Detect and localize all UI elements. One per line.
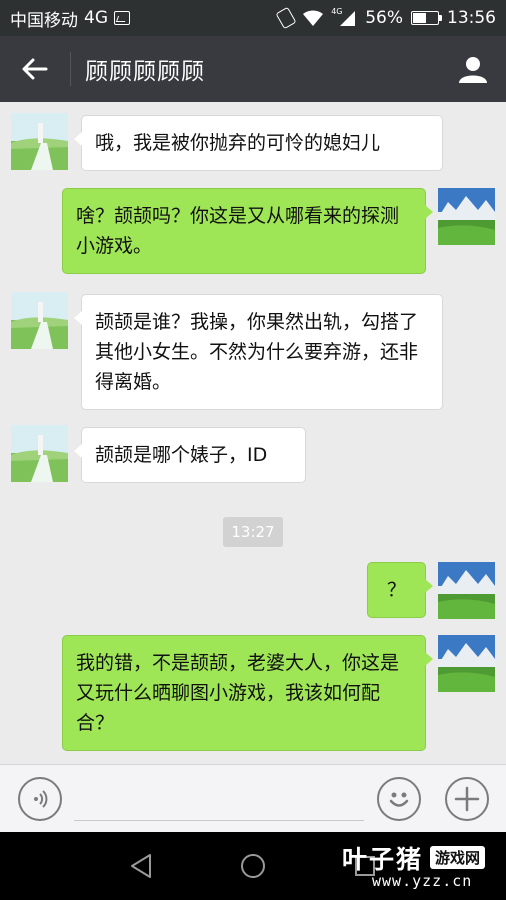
voice-input-button[interactable] xyxy=(18,777,62,821)
message-text: 哦，我是被你抛弃的可怜的媳妇儿 xyxy=(95,132,381,154)
contact-avatar[interactable] xyxy=(11,425,68,482)
watermark: 叶子猪 游戏网 www.yzz.cn xyxy=(342,838,502,896)
status-right: 4G 56% 13:56 xyxy=(275,6,496,30)
message-text: 颉颉是谁？我操，你果然出轨，勾搭了其他小女生。不然为什么要弃游，还非得离婚。 xyxy=(95,311,419,393)
status-bar: 中国移动 4G 4G 56% 13:56 xyxy=(0,0,506,36)
plus-icon xyxy=(454,786,480,812)
network-label: 4G xyxy=(84,8,108,28)
battery-icon xyxy=(411,11,442,25)
message-input[interactable] xyxy=(74,777,364,821)
watermark-title: 叶子猪 xyxy=(342,845,424,874)
my-avatar[interactable] xyxy=(438,188,495,245)
message-bubble-incoming[interactable]: 颉颉是谁？我操，你果然出轨，勾搭了其他小女生。不然为什么要弃游，还非得离婚。 xyxy=(74,294,443,410)
wifi-icon xyxy=(301,9,325,27)
message-bubble-incoming[interactable]: 哦，我是被你抛弃的可怜的媳妇儿 xyxy=(74,115,443,171)
voice-icon xyxy=(34,790,48,808)
my-avatar[interactable] xyxy=(438,562,495,619)
message-bubble-outgoing[interactable]: ？ xyxy=(367,562,433,618)
my-avatar[interactable] xyxy=(438,635,495,692)
clock: 13:56 xyxy=(447,8,496,28)
battery-fill xyxy=(413,13,426,23)
circle-home-icon xyxy=(241,854,265,878)
message-text: ？ xyxy=(386,579,406,601)
vibrate-icon xyxy=(275,6,297,30)
message-list[interactable]: 哦，我是被你抛弃的可怜的媳妇儿 啥？颉颉吗？你这是又从哪看来的探测小游戏。 颉颉… xyxy=(0,102,506,764)
message-bubble-outgoing[interactable]: 我的错，不是颉颉，老婆大人，你这是又玩什么晒聊图小游戏，我该如何配合？ xyxy=(62,635,433,751)
smiley-icon xyxy=(389,792,409,807)
signal-network-tag: 4G xyxy=(331,7,343,16)
input-bar xyxy=(0,764,506,832)
battery-percent: 56% xyxy=(365,8,403,28)
watermark-url: www.yzz.cn xyxy=(372,872,473,890)
chat-title: 顾顾顾顾顾 xyxy=(85,59,205,85)
chat-info-button[interactable] xyxy=(440,36,506,102)
emoji-button[interactable] xyxy=(377,777,421,821)
arrow-left-icon xyxy=(22,58,48,80)
cell-signal-icon: 4G xyxy=(331,7,357,27)
carrier-label: 中国移动 xyxy=(10,10,78,31)
watermark-badge: 游戏网 xyxy=(430,846,486,869)
time-divider: 13:27 xyxy=(223,517,283,547)
message-bubble-outgoing[interactable]: 啥？颉颉吗？你这是又从哪看来的探测小游戏。 xyxy=(62,188,433,274)
back-button[interactable] xyxy=(0,36,70,102)
status-left: 中国移动 4G xyxy=(10,6,130,31)
image-notification-icon xyxy=(114,11,130,25)
more-actions-button[interactable] xyxy=(445,777,489,821)
nav-back-button[interactable] xyxy=(121,846,161,886)
contact-avatar[interactable] xyxy=(11,292,68,349)
triangle-back-icon xyxy=(131,854,151,878)
chat-header: 顾顾顾顾顾 xyxy=(0,36,506,102)
message-text: 我的错，不是颉颉，老婆大人，你这是又玩什么晒聊图小游戏，我该如何配合？ xyxy=(76,652,400,734)
message-text: 啥？颉颉吗？你这是又从哪看来的探测小游戏。 xyxy=(76,205,400,257)
message-bubble-incoming[interactable]: 颉颉是哪个婊子，ID xyxy=(74,427,306,483)
message-text: 颉颉是哪个婊子，ID xyxy=(95,444,268,466)
contact-avatar[interactable] xyxy=(11,113,68,170)
nav-home-button[interactable] xyxy=(233,846,273,886)
person-icon xyxy=(459,57,487,83)
